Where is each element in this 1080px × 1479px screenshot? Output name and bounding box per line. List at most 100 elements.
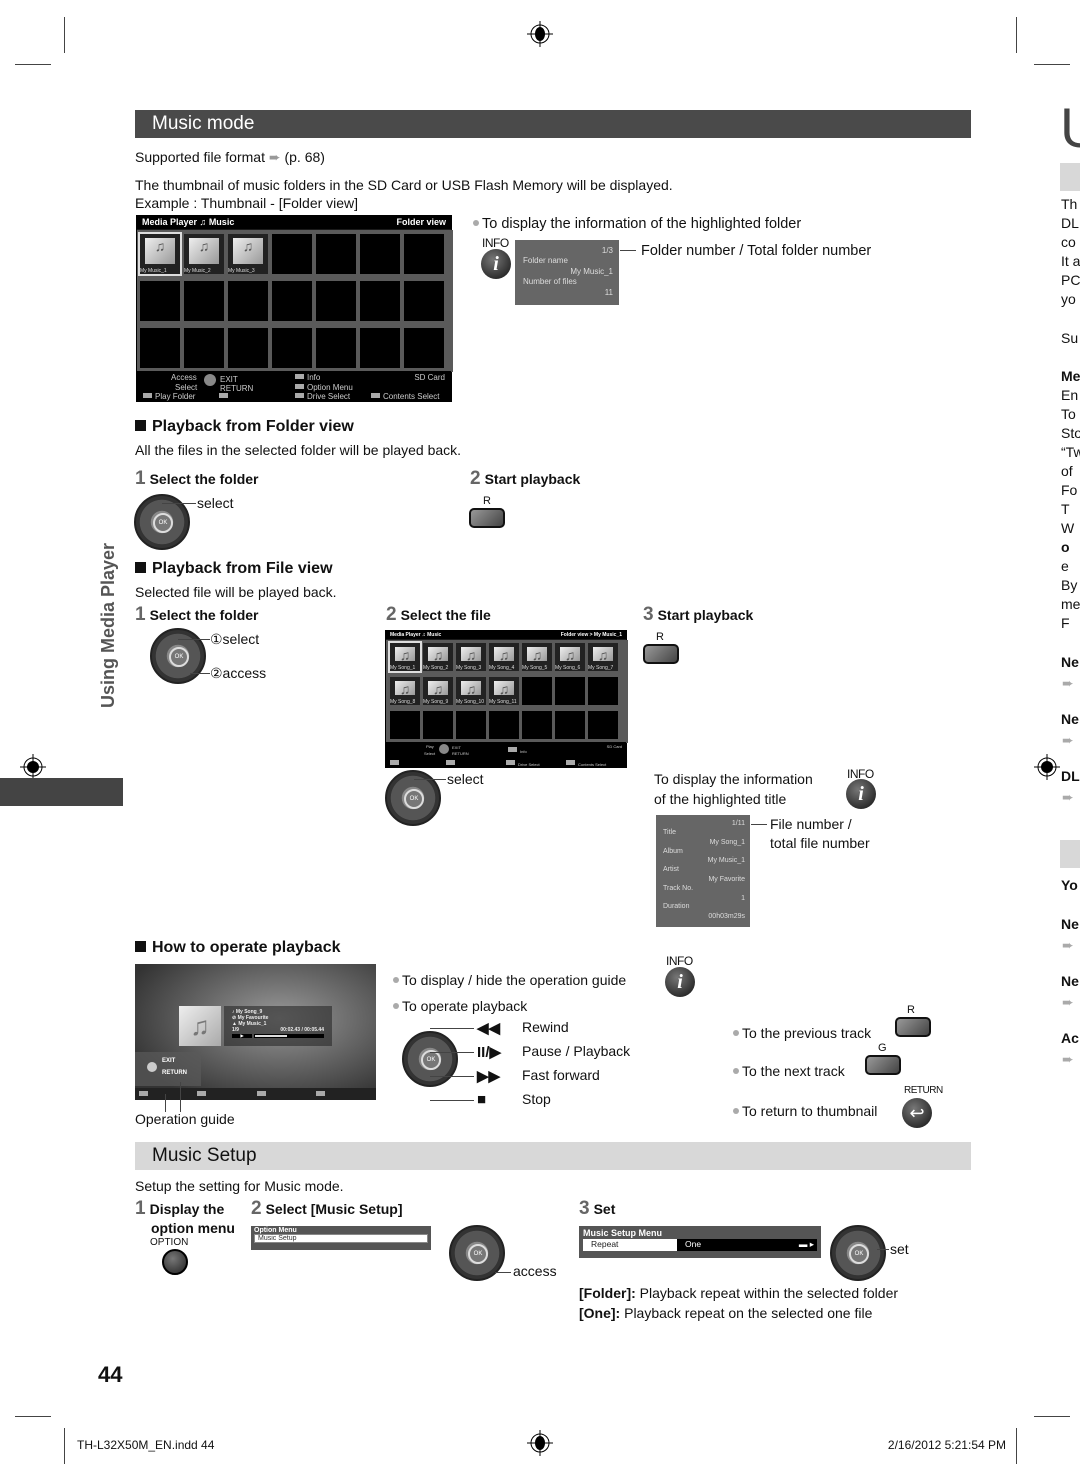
crop-mark: [15, 64, 51, 65]
return-arrow-icon: ↩: [909, 1103, 925, 1123]
ok-button[interactable]: OK: [849, 1244, 869, 1264]
step-label: Start playback: [484, 471, 581, 487]
play-state-icon: ▶: [232, 1034, 252, 1038]
square-bullet-icon: [135, 420, 146, 431]
option-menu-title: Option Menu: [254, 1227, 297, 1234]
next-page-text: W: [1061, 520, 1075, 536]
empty-slot: [140, 281, 180, 321]
title-info-desc-2: of the highlighted title: [654, 791, 787, 807]
thumbnail-caption: My Song_4: [489, 665, 515, 671]
repeat-row[interactable]: Repeat One ▬ ▸: [583, 1239, 817, 1251]
next-page-text: me: [1061, 596, 1080, 612]
select-label: select: [447, 771, 484, 787]
thumbnail-item[interactable]: ♫ My Song_7: [588, 643, 618, 671]
control-label: Stop: [522, 1091, 551, 1107]
red-button[interactable]: [469, 508, 505, 528]
one-option-desc: [One]: Playback repeat on the selected o…: [579, 1305, 872, 1321]
thumbnail-item[interactable]: ♫ My Song_1: [388, 641, 422, 673]
operation-guide-panel: EXIT RETURN: [135, 1052, 201, 1086]
music-note-icon: ♫: [428, 647, 448, 663]
screen-mode: Music: [208, 217, 235, 227]
empty-slot: [360, 234, 400, 274]
side-tab-marker: [0, 778, 123, 806]
callout-line: [190, 673, 210, 674]
footer-info: Info: [520, 749, 527, 754]
footer-return: RETURN: [452, 751, 469, 756]
crop-mark: [1034, 64, 1070, 65]
next-page-text: To: [1061, 406, 1076, 422]
return-button[interactable]: ↩: [902, 1098, 932, 1128]
screen-footer: Play Select EXIT RETURN Info SD Card Dri…: [386, 742, 626, 767]
crop-mark: [15, 1416, 51, 1417]
music-note-icon: ♫: [461, 681, 481, 697]
blue-key-icon: [566, 760, 575, 765]
option-button[interactable]: [162, 1249, 188, 1275]
empty-slot: [316, 281, 356, 321]
info-button-icon: i: [481, 249, 511, 279]
heading-operate-playback: How to operate playback: [135, 939, 341, 957]
thumbnail-item[interactable]: ♫ My Music_2: [184, 234, 224, 274]
callout-line: [620, 250, 636, 251]
green-button[interactable]: [865, 1055, 901, 1075]
music-note-icon: ♫: [145, 238, 175, 264]
next-page-subheading: DL: [1061, 768, 1080, 784]
music-note-icon: ♫: [199, 217, 207, 227]
music-note-icon: ♫: [233, 238, 263, 264]
ok-button[interactable]: OK: [404, 789, 424, 809]
page-reference-link[interactable]: (p. 68): [284, 149, 324, 165]
progress-bar[interactable]: [254, 1034, 324, 1038]
thumbnail-caption: My Song_9: [423, 699, 449, 705]
section-title-music-mode: Music mode: [135, 110, 971, 138]
dpad-button[interactable]: OK: [150, 628, 206, 684]
thumbnail-item[interactable]: ♫ My Song_3: [456, 643, 486, 671]
thumbnail-item[interactable]: ♫ My Song_6: [555, 643, 585, 671]
option-menu-item-music-setup[interactable]: Music Setup: [254, 1234, 428, 1243]
thumbnail-item[interactable]: ♫ My Song_10: [456, 677, 486, 705]
red-button[interactable]: [643, 644, 679, 664]
green-key-icon: [219, 393, 228, 398]
heading-text: Playback from File view: [152, 560, 333, 577]
thumbnail-item[interactable]: ♫ My Music_1: [138, 232, 182, 276]
screen-header: Media Player ♫ Music Folder view > My Mu…: [386, 631, 626, 639]
crop-mark: [1016, 17, 1017, 53]
footer-filename: TH-L32X50M_EN.indd 44: [77, 1438, 215, 1452]
info-key-icon: [508, 747, 517, 752]
next-page-subheading: Ne: [1061, 654, 1079, 670]
thumbnail-item[interactable]: ♫ My Music_3: [228, 234, 268, 274]
empty-slot: [272, 328, 312, 368]
duration-label: Duration: [663, 903, 690, 910]
square-bullet-icon: [135, 562, 146, 573]
step-number: 1: [135, 468, 146, 489]
thumbnail-caption: My Song_10: [456, 699, 485, 705]
next-page-text: Su: [1061, 330, 1079, 346]
arrow-right-icon: ➨: [1062, 789, 1074, 805]
example-text: Example : Thumbnail - [Folder view]: [135, 195, 359, 211]
thumbnail-item[interactable]: ♫ My Song_11: [489, 677, 519, 705]
ok-button[interactable]: OK: [468, 1244, 488, 1264]
callout-line: [751, 824, 767, 825]
ok-button[interactable]: OK: [169, 647, 189, 667]
repeat-value-selector[interactable]: One ▬ ▸: [677, 1239, 817, 1251]
screen-breadcrumb: Folder view > My Music_1: [560, 632, 622, 638]
step-select-file: 2 Select the file: [386, 604, 491, 626]
thumbnail-item[interactable]: ♫ My Song_4: [489, 643, 519, 671]
dpad-button[interactable]: OK: [830, 1225, 886, 1281]
thumbnail-item[interactable]: ♫ My Song_2: [423, 643, 453, 671]
thumbnail-item[interactable]: ♫ My Song_8: [390, 677, 420, 705]
thumbnail-item[interactable]: ♫ My Song_5: [522, 643, 552, 671]
music-note-icon: ♫: [494, 681, 514, 697]
heading-file-view: Playback from File view: [135, 560, 333, 578]
red-button[interactable]: [895, 1017, 931, 1037]
progress-fill: [255, 1035, 287, 1037]
thumbnail-item[interactable]: ♫ My Song_9: [423, 677, 453, 705]
supported-format-text: Supported file format: [135, 149, 265, 165]
ok-button[interactable]: OK: [153, 513, 173, 533]
music-setup-menu-panel: Music Setup Menu Repeat One ▬ ▸: [579, 1226, 821, 1258]
folder-option-desc: [Folder]: Playback repeat within the sel…: [579, 1285, 898, 1301]
empty-slot: [404, 328, 444, 368]
ok-button[interactable]: OK: [421, 1050, 441, 1070]
dpad-button[interactable]: OK: [402, 1031, 458, 1087]
footer-play-folder: Play Folder: [155, 392, 196, 401]
empty-slot: [588, 677, 618, 705]
step-label: Display the: [149, 1201, 225, 1217]
